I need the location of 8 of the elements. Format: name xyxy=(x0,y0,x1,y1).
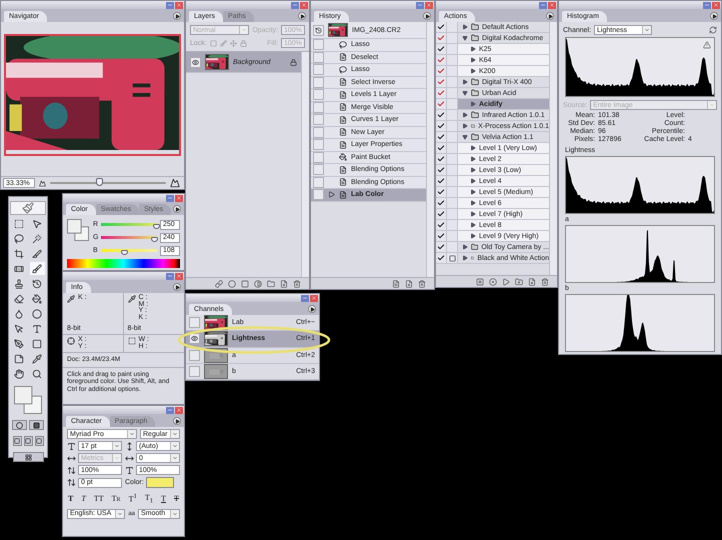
type-style-button[interactable]: TT xyxy=(92,494,105,504)
type-style-button[interactable]: T$_{1}$ xyxy=(144,493,154,505)
type-style-button[interactable]: T xyxy=(160,494,167,504)
type-style-button[interactable]: T$^{1}$ xyxy=(128,493,138,504)
type-style-button[interactable]: T xyxy=(80,494,87,504)
type-style-button[interactable]: T xyxy=(67,494,74,504)
type-style-button[interactable]: Tr xyxy=(110,494,122,504)
type-style-button[interactable]: T xyxy=(173,494,180,504)
